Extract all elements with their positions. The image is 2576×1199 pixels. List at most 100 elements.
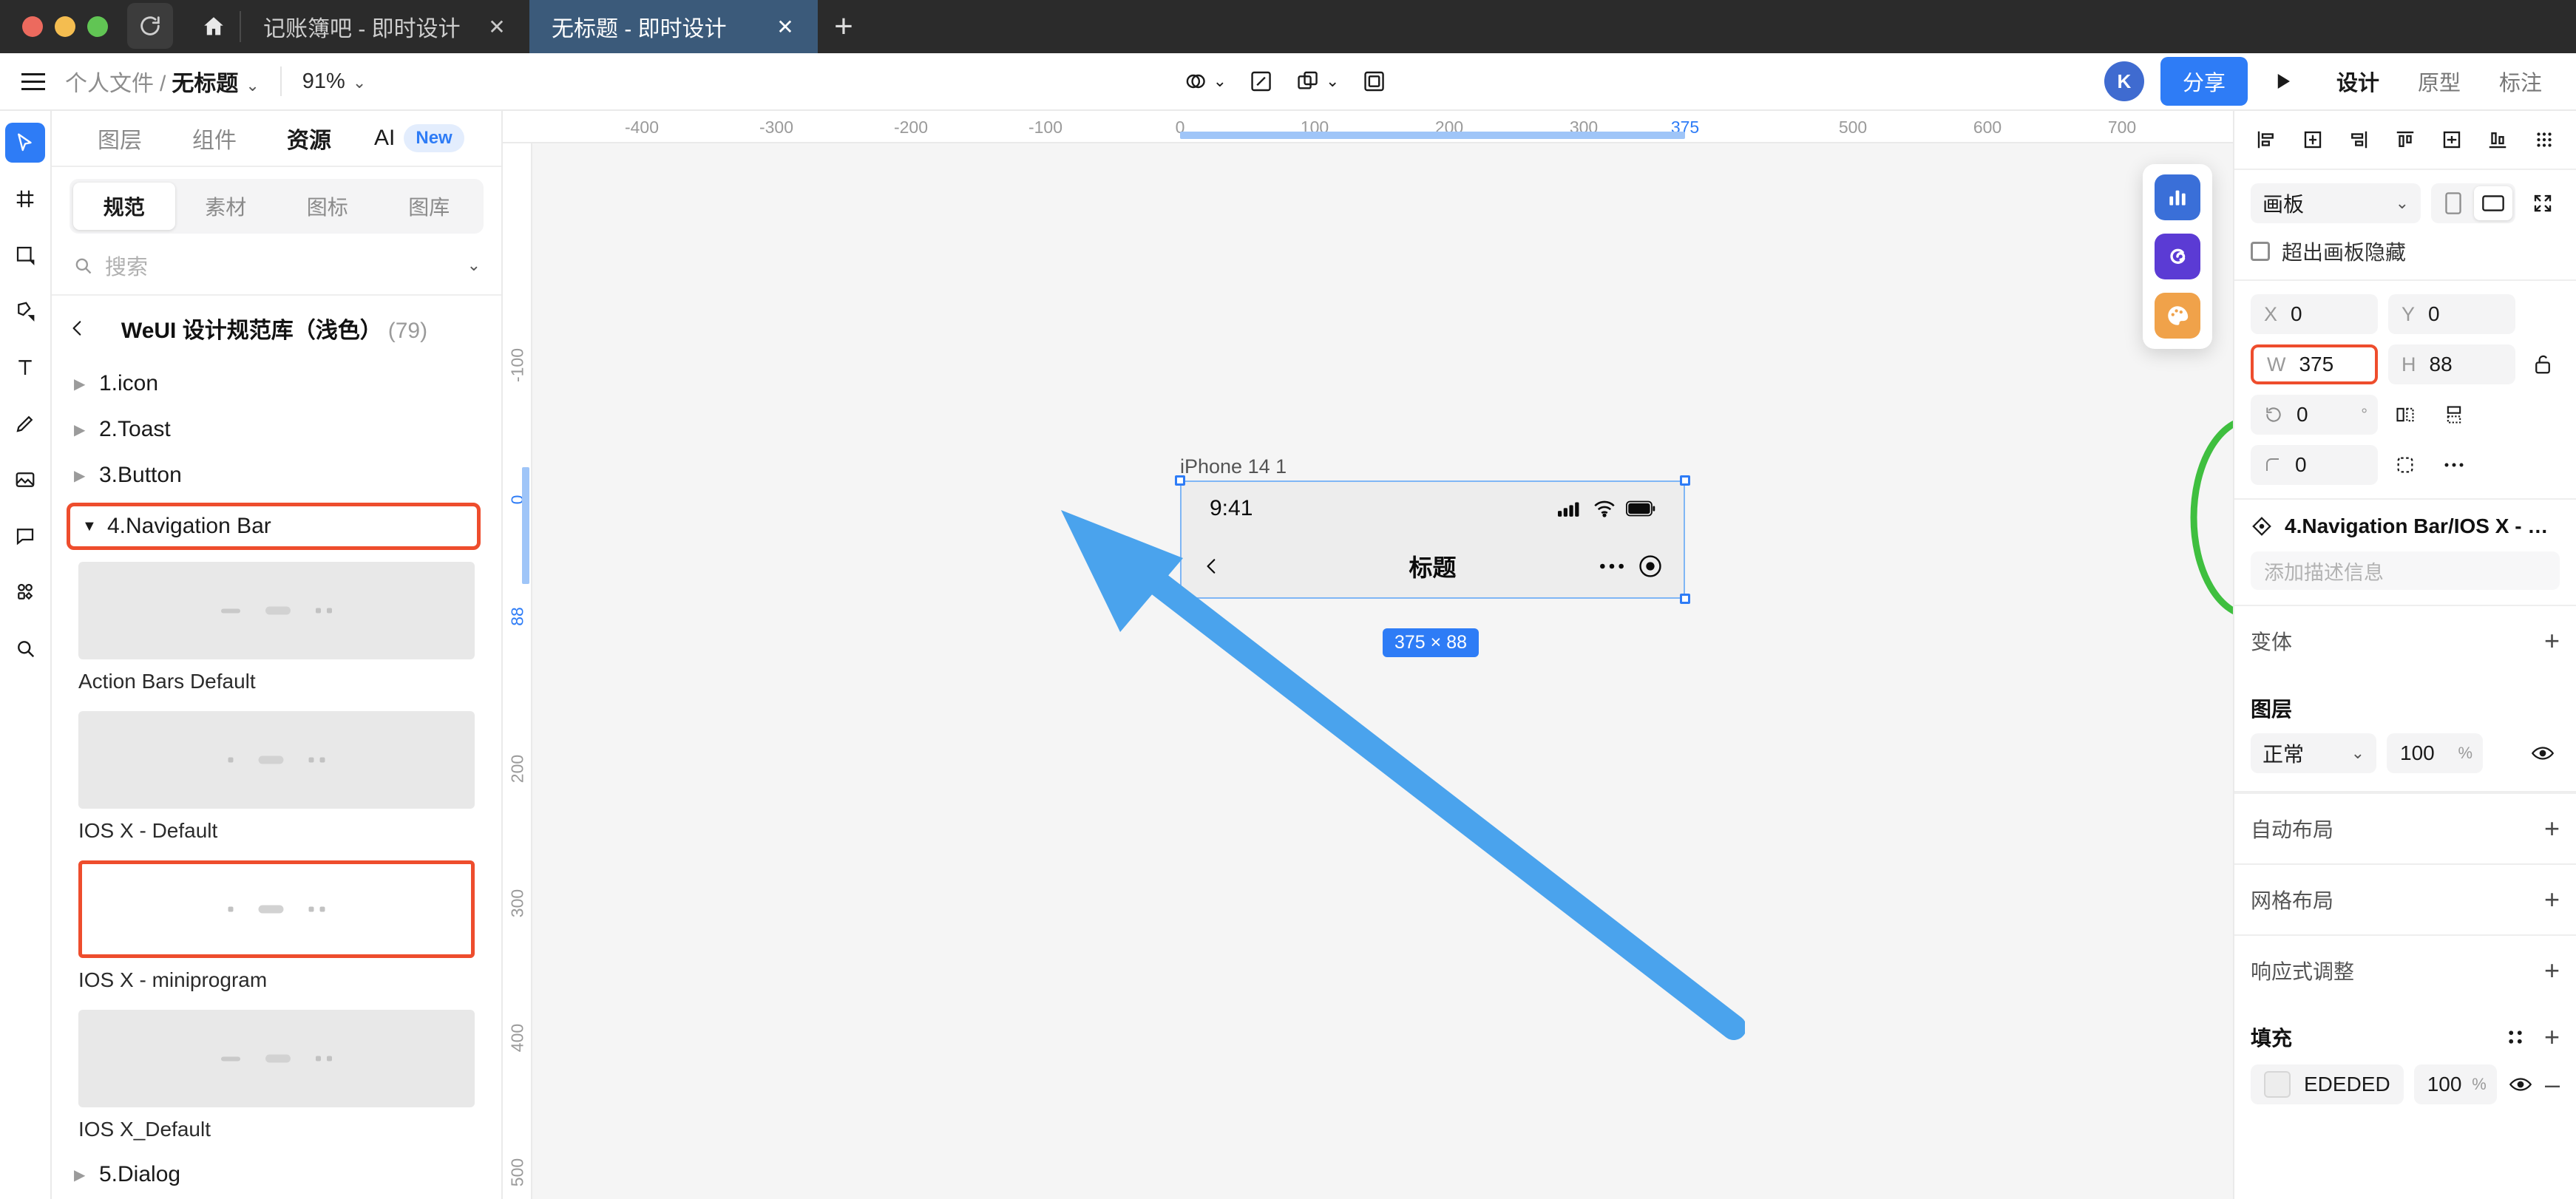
selection-handle-br[interactable] (1680, 594, 1690, 604)
fill-color-field[interactable]: EDEDED (2251, 1064, 2404, 1104)
subtab-gallery[interactable]: 图库 (379, 183, 481, 230)
chevron-right-icon[interactable]: ▶ (74, 375, 89, 393)
play-icon[interactable] (2264, 70, 2301, 92)
align-left-icon[interactable] (2251, 124, 2282, 155)
zoom-control[interactable]: 91% ⌄ (302, 69, 366, 94)
pencil-tool[interactable] (5, 404, 45, 444)
breadcrumb-folder[interactable]: 个人文件 (65, 65, 154, 98)
selection-handle-bl[interactable] (1175, 594, 1185, 604)
component-thumbnail[interactable] (78, 1010, 475, 1107)
component-icon[interactable]: ⌄ (1292, 58, 1343, 104)
component-thumbnail[interactable] (78, 711, 475, 809)
minimize-window-button[interactable] (55, 16, 75, 37)
tab-design[interactable]: 设计 (2317, 66, 2399, 97)
distribute-grid-icon[interactable] (2529, 124, 2560, 155)
selection-handle-tl[interactable] (1175, 475, 1185, 486)
swirl-plugin-icon[interactable] (2155, 234, 2200, 279)
tab-resources[interactable]: 资源 (262, 122, 356, 154)
image-tool[interactable] (5, 460, 45, 500)
tab-layers[interactable]: 图层 (72, 122, 167, 154)
chart-plugin-icon[interactable] (2155, 174, 2200, 220)
subtab-materials[interactable]: 素材 (175, 183, 277, 230)
plus-icon[interactable]: + (2544, 1022, 2560, 1053)
fill-opacity-field[interactable]: 100 % (2413, 1064, 2497, 1104)
variants-section[interactable]: 变体 + (2234, 605, 2576, 676)
unlock-icon[interactable] (2526, 347, 2560, 381)
chevron-right-icon[interactable]: ▶ (74, 466, 89, 485)
plus-icon[interactable]: + (2544, 813, 2560, 844)
pen-edit-icon[interactable] (1238, 58, 1284, 104)
group-row-icon[interactable]: ▶ 1.icon (52, 361, 501, 407)
search-row[interactable]: 搜索 ⌄ (52, 241, 501, 296)
minus-icon[interactable]: – (2545, 1069, 2560, 1100)
selection-handle-tr[interactable] (1680, 475, 1690, 486)
component-thumbnail-selected[interactable] (78, 860, 475, 958)
text-tool[interactable] (5, 347, 45, 387)
auto-layout-section[interactable]: 自动布局 + (2234, 792, 2576, 863)
chevron-right-icon[interactable]: ▶ (74, 421, 89, 439)
plugin-dock[interactable] (2143, 164, 2212, 349)
subtab-specs[interactable]: 规范 (73, 183, 175, 230)
artboard-label[interactable]: iPhone 14 1 (1180, 455, 1287, 478)
shapes-icon[interactable]: ⌄ (1179, 58, 1231, 104)
tab-components[interactable]: 组件 (167, 122, 262, 154)
align-center-horizontal-icon[interactable] (2297, 124, 2328, 155)
component-item-ios-x-miniprogram[interactable]: IOS X - miniprogram (52, 853, 501, 1002)
maximize-window-button[interactable] (87, 16, 108, 37)
align-bottom-icon[interactable] (2482, 124, 2513, 155)
chevron-left-icon[interactable] (1202, 554, 1221, 579)
landscape-icon[interactable] (2474, 186, 2512, 220)
component-item-ios-x-default-2[interactable]: IOS X_Default (52, 1002, 501, 1152)
close-icon[interactable]: ✕ (482, 15, 512, 39)
comment-tool[interactable] (5, 516, 45, 556)
rectangle-tool[interactable] (5, 235, 45, 275)
search-input[interactable]: 搜索 (105, 250, 448, 281)
flip-vertical-icon[interactable] (2437, 398, 2471, 432)
component-item-action-bars-default[interactable]: Action Bars Default (52, 554, 501, 704)
avatar[interactable]: K (2104, 61, 2144, 101)
group-row-button[interactable]: ▶ 3.Button (52, 452, 501, 498)
reload-icon[interactable] (127, 3, 173, 49)
fit-content-icon[interactable] (2526, 186, 2560, 220)
component-thumbnail[interactable] (78, 562, 475, 659)
plugin-tool[interactable] (5, 572, 45, 612)
share-button[interactable]: 分享 (2160, 57, 2248, 106)
search-tool[interactable] (5, 628, 45, 668)
ruler-vertical[interactable]: -100 0 88 200 300 400 500 (503, 143, 532, 1199)
blend-mode-select[interactable]: 正常 ⌄ (2251, 733, 2376, 773)
align-top-icon[interactable] (2390, 124, 2421, 155)
palette-plugin-icon[interactable] (2155, 293, 2200, 339)
corner-radius-field[interactable]: 0 (2251, 445, 2378, 485)
tab-ai[interactable]: AI New (356, 124, 464, 152)
constraints-icon[interactable] (2388, 448, 2422, 482)
portrait-icon[interactable] (2434, 186, 2472, 220)
align-middle-vertical-icon[interactable] (2436, 124, 2467, 155)
canvas[interactable]: -400 -300 -200 -100 0 100 200 300 375 50… (503, 111, 2233, 1199)
cursor-tool[interactable] (5, 123, 45, 163)
frame-tool[interactable] (5, 179, 45, 219)
clip-content-checkbox[interactable] (2251, 242, 2270, 261)
close-window-button[interactable] (22, 16, 43, 37)
plus-icon[interactable]: + (2544, 625, 2560, 656)
tab-annotation[interactable]: 标注 (2480, 66, 2561, 97)
group-row-toast[interactable]: ▶ 2.Toast (52, 407, 501, 452)
layer-opacity-field[interactable]: 100 % (2387, 733, 2483, 773)
fill-style-icon[interactable] (2506, 1028, 2525, 1047)
component-description-input[interactable]: 添加描述信息 (2251, 551, 2560, 590)
artboard-type-select[interactable]: 画板 ⌄ (2251, 183, 2421, 223)
plus-icon[interactable]: + (2544, 955, 2560, 986)
chevron-down-icon[interactable]: ⌄ (245, 76, 259, 95)
component-item-ios-x-default[interactable]: IOS X - Default (52, 704, 501, 853)
height-field[interactable]: H 88 (2388, 344, 2515, 384)
library-list[interactable]: ▶ 1.icon ▶ 2.Toast ▶ 3.Button ▼ 4.Naviga… (52, 361, 501, 1199)
chevron-down-icon[interactable]: ▼ (82, 518, 97, 535)
vector-pen-tool[interactable] (5, 291, 45, 331)
subtab-icons[interactable]: 图标 (277, 183, 379, 230)
frame-icon[interactable] (1351, 58, 1397, 104)
chevron-right-icon[interactable]: ▶ (74, 1166, 89, 1184)
tab-prototype[interactable]: 原型 (2399, 66, 2480, 97)
width-field[interactable]: W 375 (2251, 344, 2378, 384)
breadcrumb[interactable]: 个人文件 / 无标题 ⌄ (65, 65, 260, 98)
browser-tab-1[interactable]: 无标题 - 即时设计 ✕ (529, 0, 818, 53)
responsive-section[interactable]: 响应式调整 + (2234, 934, 2576, 1005)
